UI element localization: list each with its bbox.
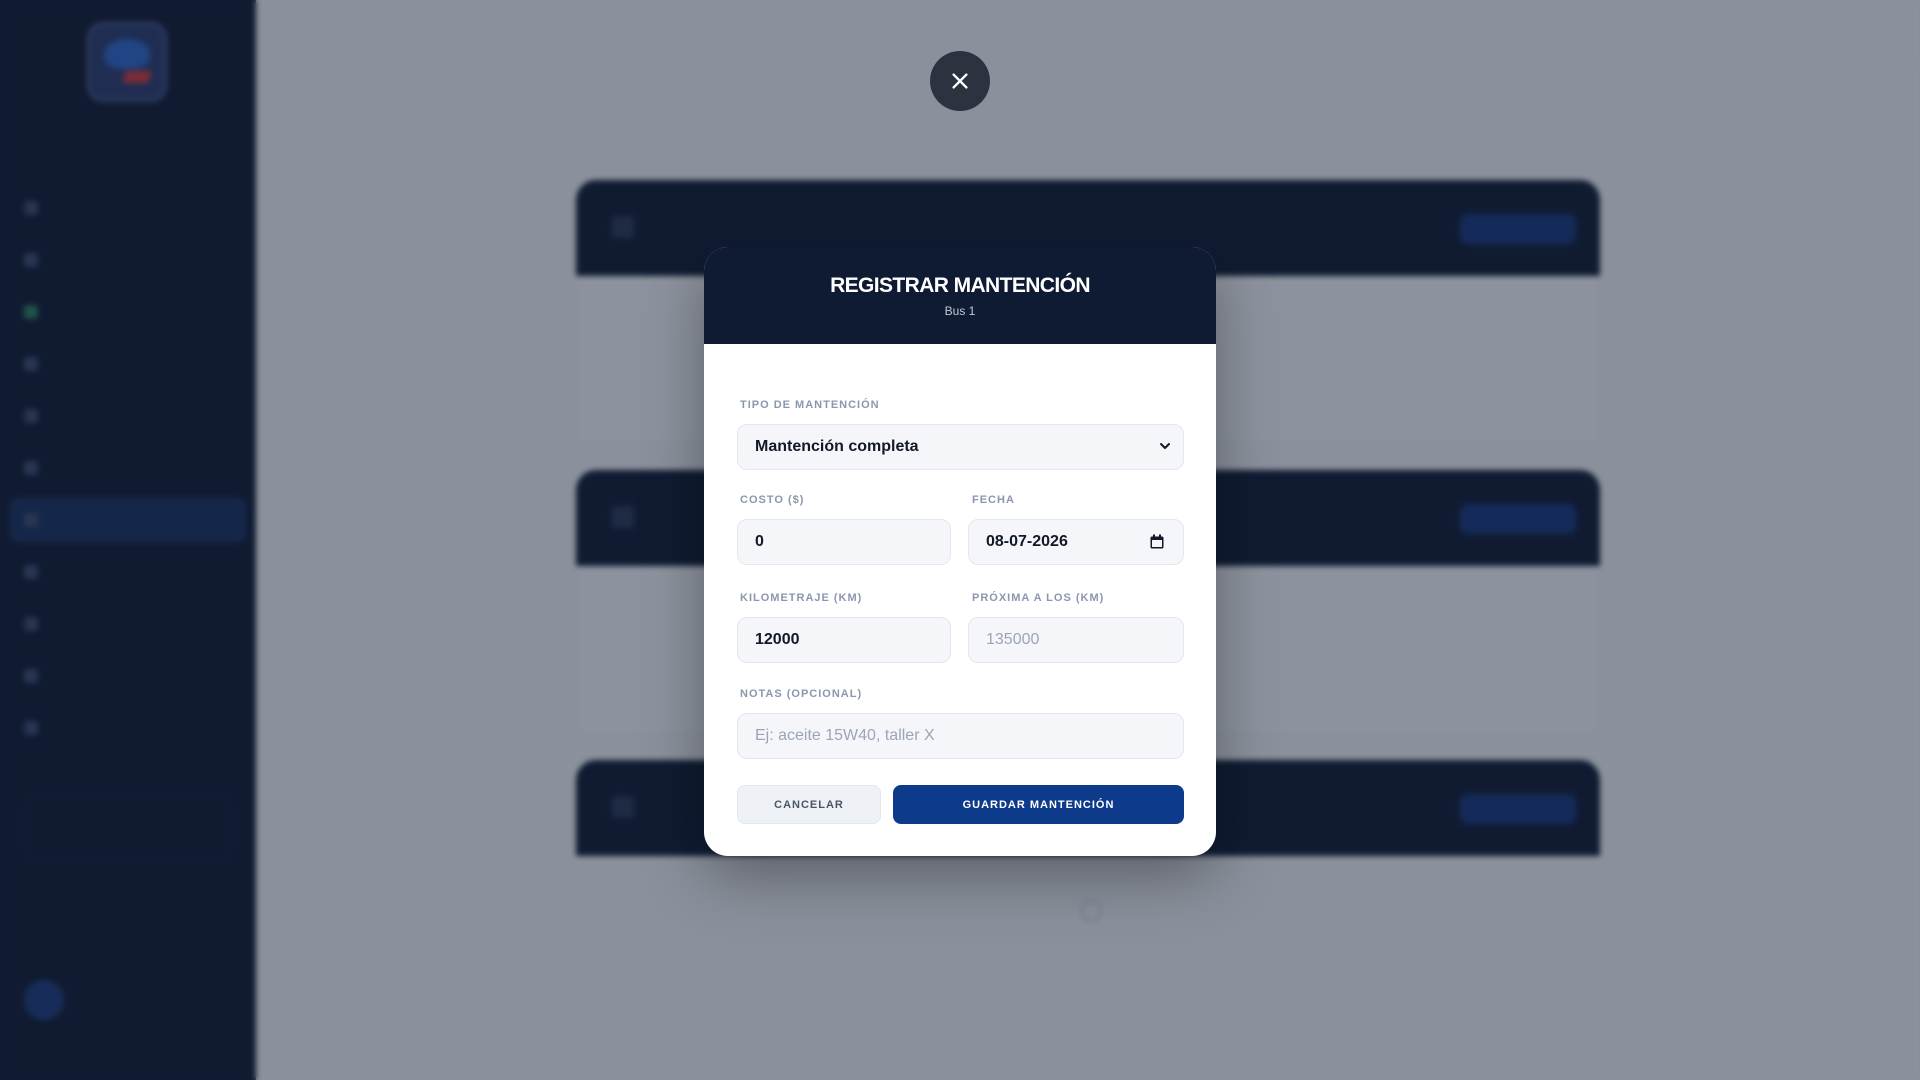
kilometraje-label: KILOMETRAJE (KM): [740, 592, 863, 604]
modal-title: REGISTRAR MANTENCIÓN: [830, 274, 1090, 297]
costo-input[interactable]: 0: [737, 519, 951, 565]
calendar-icon[interactable]: [1149, 534, 1165, 550]
notas-label: NOTAS (OPCIONAL): [740, 688, 863, 700]
fecha-input[interactable]: 08-07-2026: [968, 519, 1184, 565]
tipo-select-value: Mantención completa: [755, 438, 919, 455]
notas-input[interactable]: Ej: aceite 15W40, taller X: [737, 713, 1184, 759]
close-icon: [952, 73, 968, 89]
kilometraje-input[interactable]: 12000: [737, 617, 951, 663]
cancel-button[interactable]: CANCELAR: [737, 785, 881, 824]
costo-label: COSTO ($): [740, 494, 805, 506]
close-modal-button[interactable]: [930, 51, 990, 111]
fecha-value: 08-07-2026: [986, 533, 1068, 550]
tipo-select[interactable]: Mantención completa: [737, 424, 1184, 470]
chevron-down-icon: [1160, 443, 1170, 449]
maintenance-modal: REGISTRAR MANTENCIÓN Bus 1 TIPO DE MANTE…: [704, 247, 1216, 856]
modal-header: REGISTRAR MANTENCIÓN Bus 1: [704, 247, 1216, 344]
save-maintenance-button[interactable]: GUARDAR MANTENCIÓN: [893, 785, 1184, 824]
tipo-label: TIPO DE MANTENCIÓN: [740, 399, 880, 411]
proxima-placeholder: 135000: [986, 631, 1040, 648]
proxima-label: PRÓXIMA A LOS (KM): [972, 592, 1105, 604]
costo-value: 0: [755, 533, 764, 550]
kilometraje-value: 12000: [755, 631, 800, 648]
modal-subtitle: Bus 1: [944, 304, 976, 318]
fecha-label: FECHA: [972, 494, 1015, 506]
proxima-input[interactable]: 135000: [968, 617, 1184, 663]
notas-placeholder: Ej: aceite 15W40, taller X: [755, 727, 935, 744]
